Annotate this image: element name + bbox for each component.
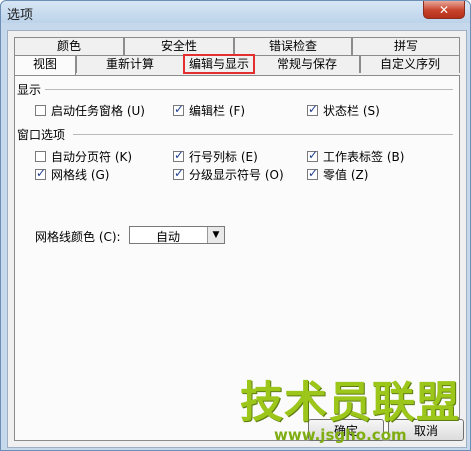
outline-symbols-checkbox[interactable] xyxy=(173,166,184,180)
chevron-down-icon[interactable]: ▼ xyxy=(207,227,224,243)
page-breaks-label: 自动分页符 (K) xyxy=(51,150,133,164)
sheet-tabs-checkbox[interactable] xyxy=(307,148,318,162)
zero-values-checkbox[interactable] xyxy=(307,166,318,180)
option-zero-values[interactable]: 零值 (Z) xyxy=(307,166,368,183)
close-button[interactable]: ✕ xyxy=(423,1,465,19)
outline-symbols-label: 分级显示符号 (O) xyxy=(189,168,284,182)
page-breaks-checkbox[interactable] xyxy=(35,151,46,162)
watermark-url: www.jsgho.com xyxy=(274,426,407,444)
watermark-title: 技术员联盟 xyxy=(240,378,460,428)
tab-security[interactable]: 安全性 xyxy=(124,37,234,55)
option-page-breaks[interactable]: 自动分页符 (K) xyxy=(35,148,132,165)
status-bar-label: 状态栏 (S) xyxy=(323,104,380,118)
gridline-color-label: 网格线颜色 (C): xyxy=(35,230,121,244)
tab-general-and-save[interactable]: 常规与保存 xyxy=(254,55,360,73)
tab-view[interactable]: 视图 xyxy=(14,55,76,75)
gridlines-label: 网格线 (G) xyxy=(51,168,110,182)
tab-recalculation[interactable]: 重新计算 xyxy=(76,55,184,73)
startup-task-pane-label: 启动任务窗格 (U) xyxy=(51,104,145,118)
window-options-divider xyxy=(73,134,453,135)
window-options-title: 窗口选项 xyxy=(17,128,66,142)
gridline-color-select[interactable]: 自动 ▼ xyxy=(129,226,225,244)
zero-values-label: 零值 (Z) xyxy=(323,168,369,182)
formula-bar-label: 编辑栏 (F) xyxy=(189,104,246,118)
formula-bar-checkbox[interactable] xyxy=(173,102,184,116)
option-status-bar[interactable]: 状态栏 (S) xyxy=(307,102,380,119)
sheet-tabs-label: 工作表标签 (B) xyxy=(323,150,405,164)
startup-task-pane-checkbox[interactable] xyxy=(35,105,46,116)
tab-spelling[interactable]: 拼写 xyxy=(352,37,460,55)
gridline-color-value: 自动 xyxy=(156,230,181,244)
option-sheet-tabs[interactable]: 工作表标签 (B) xyxy=(307,148,404,165)
tab-colors[interactable]: 颜色 xyxy=(14,37,124,55)
row-col-headers-label: 行号列标 (E) xyxy=(189,150,258,164)
tab-error-checking[interactable]: 错误检查 xyxy=(234,37,352,55)
option-row-col-headers[interactable]: 行号列标 (E) xyxy=(173,148,258,165)
row-col-headers-checkbox[interactable] xyxy=(173,148,184,162)
title-bar[interactable]: 选项 ✕ xyxy=(1,1,470,23)
site-watermark: 技术员联盟 www.jsgho.com xyxy=(240,380,462,444)
status-bar-checkbox[interactable] xyxy=(307,102,318,116)
gridlines-checkbox[interactable] xyxy=(35,166,46,180)
option-formula-bar[interactable]: 编辑栏 (F) xyxy=(173,102,245,119)
option-outline-symbols[interactable]: 分级显示符号 (O) xyxy=(173,166,284,183)
tab-custom-lists[interactable]: 自定义序列 xyxy=(360,55,460,73)
option-startup-task-pane[interactable]: 启动任务窗格 (U) xyxy=(35,102,145,119)
window-title: 选项 xyxy=(7,8,34,23)
close-icon: ✕ xyxy=(438,2,450,17)
option-gridlines[interactable]: 网格线 (G) xyxy=(35,166,109,183)
display-divider xyxy=(45,89,453,90)
tab-edit-and-display[interactable]: 编辑与显示 xyxy=(183,54,255,74)
display-section-title: 显示 xyxy=(17,83,42,97)
